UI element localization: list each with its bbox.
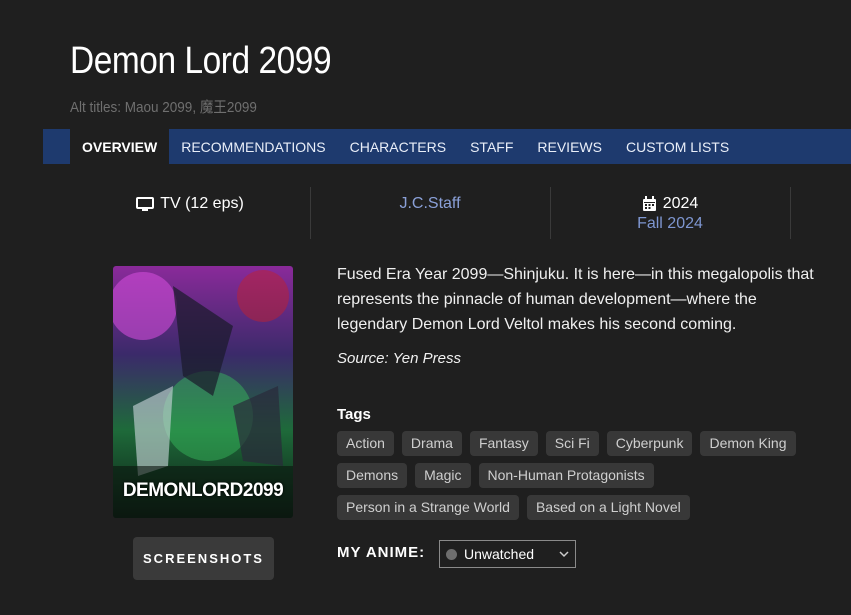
tab-characters[interactable]: CHARACTERS [338,129,458,164]
screenshots-button[interactable]: SCREENSHOTS [133,537,274,580]
tag-demon-king[interactable]: Demon King [700,431,796,456]
tab-staff[interactable]: STAFF [458,129,525,164]
season-cell: 2024 Fall 2024 [550,187,791,239]
tag-demons[interactable]: Demons [337,463,408,488]
chevron-down-icon [559,551,569,558]
anime-title: Demon Lord 2099 [70,40,332,82]
tab-recommendations[interactable]: RECOMMENDATIONS [169,129,337,164]
format-cell: TV (12 eps) [70,187,311,239]
studio-cell: J.C.Staff [310,187,551,239]
tab-reviews[interactable]: REVIEWS [525,129,614,164]
tag-action[interactable]: Action [337,431,394,456]
tag-sci-fi[interactable]: Sci Fi [545,431,599,456]
alt-titles: Alt titles: Maou 2099, 魔王2099 [70,99,257,116]
tag-based-on-a-light-novel[interactable]: Based on a Light Novel [526,495,690,520]
poster-image: DEMONLORD2099 [113,266,293,518]
synopsis-text: Fused Era Year 2099—Shinjuku. It is here… [337,266,814,333]
year-text: 2024 [662,195,699,212]
calendar-icon [642,196,656,211]
tag-magic[interactable]: Magic [415,463,471,488]
studio-link[interactable]: J.C.Staff [310,195,550,213]
format-text: TV (12 eps) [160,195,244,212]
monitor-icon [136,196,155,211]
tag-person-in-a-strange-world[interactable]: Person in a Strange World [337,495,519,520]
tag-fantasy[interactable]: Fantasy [469,431,538,456]
my-anime-label: MY ANIME: [337,544,426,561]
tags-heading: Tags [337,406,371,423]
tag-non-human-protagonists[interactable]: Non-Human Protagonists [478,463,654,488]
tag-cyberpunk[interactable]: Cyberpunk [606,431,693,456]
status-dot-icon [446,548,457,560]
poster-logo-text: DEMONLORD2099 [122,480,284,501]
source-text: Source: Yen Press [337,350,461,367]
watch-status-value: Unwatched [464,546,535,562]
info-bar: TV (12 eps) J.C.Staff 2024 Fall 2024 [70,187,791,239]
tag-list: Action Drama Fantasy Sci Fi Cyberpunk De… [337,431,817,527]
tab-custom-lists[interactable]: CUSTOM LISTS [614,129,741,164]
tag-drama[interactable]: Drama [401,431,462,456]
tab-bar: OVERVIEW RECOMMENDATIONS CHARACTERS STAF… [43,129,851,164]
tab-overview[interactable]: OVERVIEW [70,129,170,164]
season-link[interactable]: Fall 2024 [550,215,790,233]
watch-status-select[interactable]: Unwatched [439,540,576,568]
